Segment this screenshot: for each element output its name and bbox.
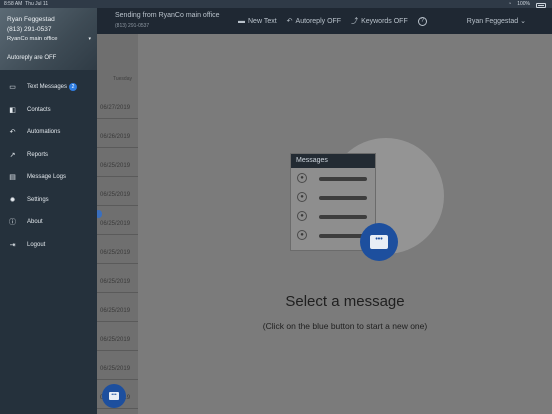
select-message-subtitle: (Click on the blue button to start a new… <box>262 321 428 331</box>
select-message-title: Select a message <box>285 293 405 310</box>
menu-item-logout[interactable]: ⇥ Logout <box>0 235 97 258</box>
help-icon: ? <box>417 16 427 26</box>
menu-item-about[interactable]: ⓘ About <box>0 212 97 235</box>
unread-badge: 2 <box>69 83 77 91</box>
menu-item-reports[interactable]: ↗ Reports <box>0 145 97 168</box>
office-selector[interactable]: RyanCo main office <box>7 36 57 42</box>
card-row: ● <box>291 168 375 187</box>
list-item[interactable]: 06/25/2019 <box>97 271 138 293</box>
menu-item-message-logs[interactable]: ▤ Message Logs <box>0 167 97 190</box>
list-item[interactable]: 06/26/2019 <box>97 126 138 148</box>
sending-from-label: Sending from RyanCo main office <box>115 12 220 19</box>
nav-drawer: Ryan Feggestad (813) 291-0537 RyanCo mai… <box>0 8 97 414</box>
autoreply-button[interactable]: ↶ Autoreply OFF <box>286 17 341 26</box>
user-menu[interactable]: Ryan Feggestad ⌄ <box>467 17 526 25</box>
top-nav: ▬ New Text ↶ Autoreply OFF ⤴ Keywords OF… <box>238 16 427 26</box>
new-text-button[interactable]: ▬ New Text <box>238 18 277 25</box>
card-row: ● <box>291 187 375 206</box>
menu-item-settings[interactable]: ✹ Settings <box>0 190 97 213</box>
drawer-user-name: Ryan Feggestad <box>7 16 55 23</box>
list-day-label: Tuesday <box>113 76 132 82</box>
card-title: Messages <box>291 154 375 168</box>
main-content: Messages ● ● ● ● ••• Select a message (C… <box>138 34 552 414</box>
person-icon: ● <box>297 211 307 221</box>
list-item[interactable]: 06/25/2019 <box>97 155 138 177</box>
status-right: ◔ 100% <box>508 0 546 8</box>
card-row: ● <box>291 206 375 225</box>
list-item[interactable]: 06/27/2019 <box>97 97 138 119</box>
list-item[interactable]: 06/25/2019 <box>97 300 138 322</box>
message-icon: ▬ <box>238 17 245 25</box>
person-icon: ● <box>297 173 307 183</box>
menu-item-text-messages[interactable]: ▭ Text Messages 2 <box>0 77 97 100</box>
keywords-button[interactable]: ⤴ Keywords OFF <box>351 16 408 26</box>
message-icon: ▭ <box>9 84 16 91</box>
battery-percent: 100% <box>517 1 530 7</box>
messages-illustration: Messages ● ● ● ● ••• <box>290 138 444 263</box>
contacts-icon: ◧ <box>9 106 16 114</box>
chat-bubble-icon: ••• <box>360 223 398 261</box>
logout-icon: ⇥ <box>9 241 16 249</box>
status-bar: 8:58 AM Thu Jul 11 ◔ 100% <box>0 0 552 8</box>
info-icon: ⓘ <box>9 219 16 226</box>
person-icon: ● <box>297 230 307 240</box>
list-item[interactable]: 06/25/2019 <box>97 213 138 235</box>
battery-icon <box>536 2 546 8</box>
wifi-icon: ◔ <box>508 1 512 7</box>
drawer-header: Ryan Feggestad (813) 291-0537 RyanCo mai… <box>0 8 97 70</box>
trending-icon: ⤴ <box>351 18 359 25</box>
menu-item-automations[interactable]: ↶ Automations <box>0 122 97 145</box>
caret-down-icon: ▾ <box>88 36 91 42</box>
new-message-button[interactable]: ••• <box>102 384 126 408</box>
document-icon: ▤ <box>9 174 16 181</box>
trending-up-icon: ↗ <box>9 151 16 159</box>
chat-icon: ••• <box>109 392 119 400</box>
help-button[interactable]: ? <box>417 16 427 26</box>
placeholder-line <box>319 215 367 219</box>
drawer-menu: ▭ Text Messages 2 ◧ Contacts ↶ Automatio… <box>0 77 97 257</box>
list-item[interactable]: 06/25/2019 <box>97 329 138 351</box>
list-item[interactable]: 06/25/2019 <box>97 242 138 264</box>
autoreply-status: Autoreply are OFF <box>7 55 57 61</box>
menu-item-contacts[interactable]: ◧ Contacts <box>0 100 97 123</box>
person-icon: ● <box>297 192 307 202</box>
sending-phone: (813) 291-0537 <box>115 23 150 29</box>
reply-icon: ↶ <box>9 129 16 136</box>
message-list: Tuesday 06/27/2019 06/26/2019 06/25/2019… <box>97 34 138 414</box>
placeholder-line <box>319 196 367 200</box>
status-time: 8:58 AM Thu Jul 11 <box>4 1 49 7</box>
reply-icon: ↶ <box>286 18 293 25</box>
placeholder-line <box>319 177 367 181</box>
chevron-down-icon: ⌄ <box>520 18 526 25</box>
drawer-phone: (813) 291-0537 <box>7 26 52 33</box>
list-item[interactable]: 06/25/2019 <box>97 184 138 206</box>
list-item[interactable]: 06/25/2019 <box>97 358 138 380</box>
gear-icon: ✹ <box>9 196 16 204</box>
